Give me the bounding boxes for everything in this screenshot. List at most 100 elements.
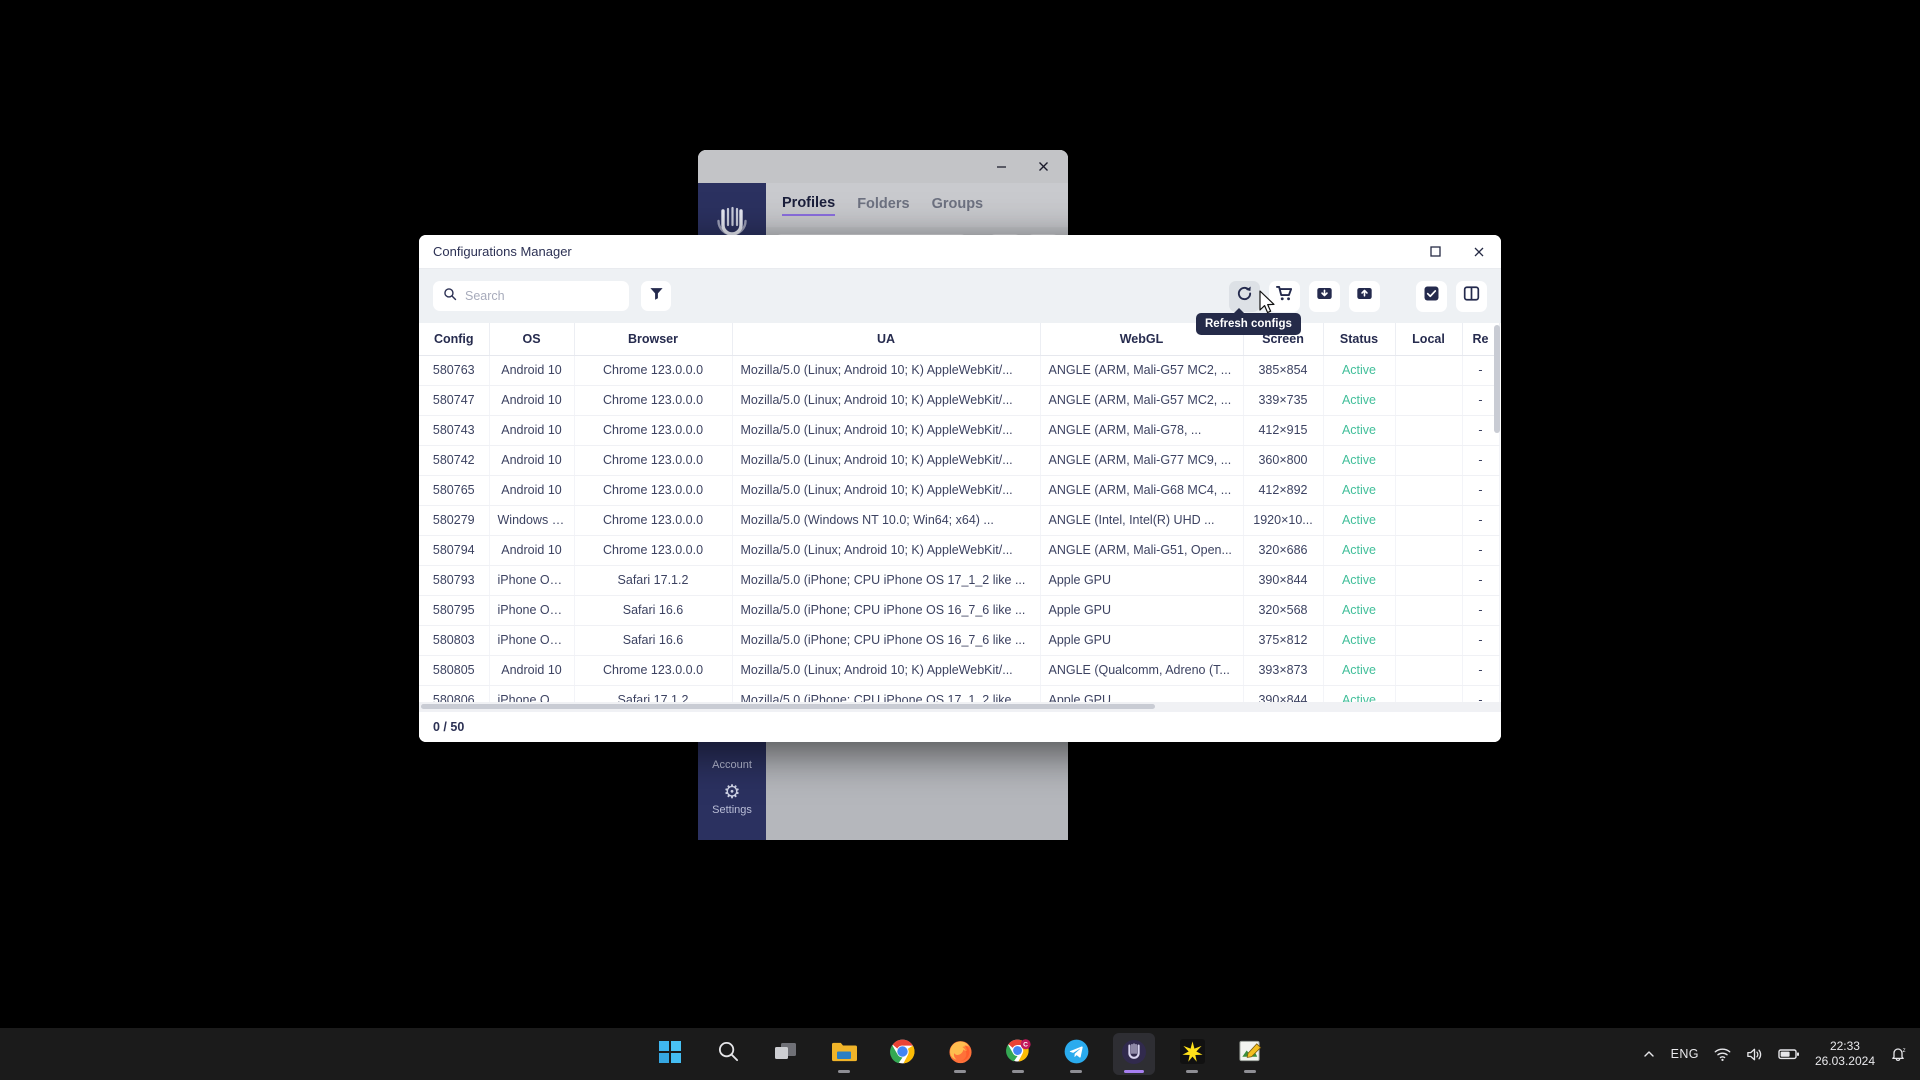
table-row[interactable]: 580742 Android 10 Chrome 123.0.0.0 Mozilla/… [419, 445, 1500, 476]
search-input[interactable] [465, 289, 619, 303]
table-row[interactable]: 580803 iPhone OS... Safari 16.6 Mozilla/5.0… [419, 625, 1500, 656]
chrome-button[interactable] [881, 1033, 923, 1075]
cell-local [1395, 565, 1463, 596]
table-row[interactable]: 580747 Android 10 Chrome 123.0.0.0 Mozilla/… [419, 385, 1500, 416]
dialog-close-button[interactable] [1457, 235, 1501, 268]
running-indicator [838, 1070, 850, 1073]
shopping-cart-icon [1276, 285, 1293, 307]
column-header-browser[interactable]: Browser [574, 323, 733, 356]
sidebar-item-settings[interactable]: ⚙ Settings [698, 777, 766, 822]
cell-config: 580743 [419, 415, 490, 446]
export-configs-button[interactable] [1349, 280, 1380, 312]
sidebar-item-account[interactable]: Account [698, 753, 766, 777]
cell-ua: Mozilla/5.0 (iPhone; CPU iPhone OS 16_7_… [732, 595, 1041, 626]
filter-button[interactable] [641, 281, 671, 311]
cell-os: Android 10 [489, 385, 575, 416]
system-tray: ENG 22:33 26.03.2024 z [1642, 1028, 1920, 1080]
cell-re: - [1462, 625, 1500, 656]
cell-screen: 320×568 [1243, 595, 1324, 626]
cell-config: 580803 [419, 625, 490, 656]
table-row[interactable]: 580793 iPhone OS... Safari 17.1.2 Mozilla/5… [419, 565, 1500, 596]
cell-webgl: Apple GPU [1040, 595, 1244, 626]
refresh-configs-button[interactable] [1229, 280, 1260, 312]
cell-config: 580279 [419, 505, 490, 536]
app-close-button[interactable] [1022, 151, 1064, 183]
search-box[interactable] [433, 281, 629, 311]
tab-groups[interactable]: Groups [932, 196, 984, 215]
column-header-os[interactable]: OS [489, 323, 575, 356]
horizontal-scrollbar-thumb[interactable] [421, 704, 1155, 709]
table-row[interactable]: 580765 Android 10 Chrome 123.0.0.0 Mozilla/… [419, 475, 1500, 506]
refresh-icon [1236, 285, 1253, 307]
cell-os: Android 10 [489, 445, 575, 476]
bell-icon[interactable]: z [1890, 1046, 1906, 1062]
cell-os: Android 10 [489, 535, 575, 566]
firefox-button[interactable] [939, 1033, 981, 1075]
running-indicator [1244, 1070, 1256, 1073]
cell-ua: Mozilla/5.0 (Linux; Android 10; K) Apple… [732, 445, 1041, 476]
clock[interactable]: 22:33 26.03.2024 [1815, 1039, 1875, 1070]
notepad-app-button[interactable] [1229, 1033, 1271, 1075]
clock-date: 26.03.2024 [1814, 1054, 1875, 1068]
speaker-icon[interactable] [1746, 1047, 1763, 1062]
cell-status: Active [1323, 655, 1396, 686]
battery-icon[interactable] [1778, 1047, 1800, 1061]
cell-webgl: ANGLE (ARM, Mali-G77 MC9, ... [1040, 445, 1244, 476]
file-explorer-button[interactable] [823, 1033, 865, 1075]
horizontal-scrollbar[interactable] [419, 702, 1501, 711]
table-row[interactable]: 580795 iPhone OS... Safari 16.6 Mozilla/5.0… [419, 595, 1500, 626]
column-header-config[interactable]: Config [419, 323, 490, 356]
task-view-button[interactable] [765, 1033, 807, 1075]
starburst-app-button[interactable] [1171, 1033, 1213, 1075]
start-button[interactable] [649, 1033, 691, 1075]
select-all-button[interactable] [1416, 280, 1447, 312]
wifi-icon[interactable] [1714, 1047, 1731, 1062]
search-icon [717, 1040, 740, 1068]
cell-webgl: ANGLE (Qualcomm, Adreno (T... [1040, 655, 1244, 686]
cell-config: 580765 [419, 475, 490, 506]
table-row[interactable]: 580805 Android 10 Chrome 123.0.0.0 Mozilla/… [419, 655, 1500, 686]
cell-browser: Safari 16.6 [574, 625, 733, 656]
running-indicator [1012, 1070, 1024, 1073]
cell-re: - [1462, 565, 1500, 596]
notepad-edit-icon [1238, 1039, 1263, 1069]
tab-folders[interactable]: Folders [857, 196, 909, 215]
column-settings-button[interactable] [1456, 280, 1487, 312]
column-header-status[interactable]: Status [1323, 323, 1396, 356]
app-minimize-button[interactable] [980, 151, 1022, 183]
language-indicator[interactable]: ENG [1671, 1047, 1699, 1061]
taskbar-icons: C [649, 1033, 1271, 1075]
cell-re: - [1462, 655, 1500, 686]
chevron-up-icon[interactable] [1642, 1047, 1656, 1061]
cell-config: 580747 [419, 385, 490, 416]
cell-ua: Mozilla/5.0 (iPhone; CPU iPhone OS 17_1_… [732, 565, 1041, 596]
telegram-button[interactable] [1055, 1033, 1097, 1075]
clonbrowser-button[interactable] [1113, 1033, 1155, 1075]
cell-local [1395, 475, 1463, 506]
box-arrow-down-icon [1316, 285, 1333, 307]
cell-ua: Mozilla/5.0 (Linux; Android 10; K) Apple… [732, 535, 1041, 566]
cell-webgl: ANGLE (ARM, Mali-G57 MC2, ... [1040, 385, 1244, 416]
refresh-configs-tooltip: Refresh configs [1196, 308, 1301, 335]
table-row[interactable]: 580743 Android 10 Chrome 123.0.0.0 Mozilla/… [419, 415, 1500, 446]
cell-os: iPhone OS... [489, 565, 575, 596]
vertical-scrollbar[interactable] [1494, 325, 1500, 433]
search-taskbar-button[interactable] [707, 1033, 749, 1075]
dialog-maximize-button[interactable] [1413, 235, 1457, 268]
checkbox-checked-icon [1423, 285, 1440, 307]
chrome-canary-button[interactable]: C [997, 1033, 1039, 1075]
table-row[interactable]: 580794 Android 10 Chrome 123.0.0.0 Mozilla/… [419, 535, 1500, 566]
cell-status: Active [1323, 595, 1396, 626]
cell-re: - [1462, 535, 1500, 566]
import-configs-button[interactable] [1309, 280, 1340, 312]
filter-icon [649, 286, 664, 306]
cell-config: 580794 [419, 535, 490, 566]
table-row[interactable]: 580763 Android 10 Chrome 123.0.0.0 Mozilla/… [419, 355, 1500, 386]
cell-os: Android 10 [489, 655, 575, 686]
column-header-local[interactable]: Local [1395, 323, 1463, 356]
table-row[interactable]: 580279 Windows 10 Chrome 123.0.0.0 Mozilla/… [419, 505, 1500, 536]
desktop: Account ⚙ Settings Profiles Folders Grou… [0, 0, 1920, 1080]
column-header-ua[interactable]: UA [732, 323, 1041, 356]
tab-profiles[interactable]: Profiles [782, 195, 836, 216]
svg-text:C: C [1023, 1041, 1028, 1048]
